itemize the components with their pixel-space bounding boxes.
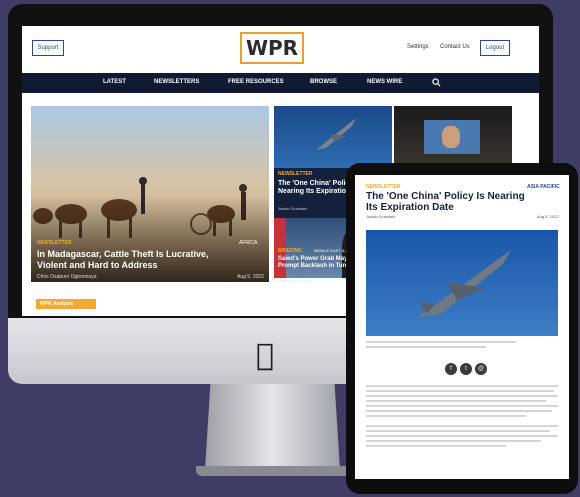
ipad-article-tag[interactable]: NEWSLETTER [366,184,400,190]
fighter-jet-image [316,118,356,150]
hero-title[interactable]: In Madagascar, Cattle Theft Is Lucrative… [37,249,237,271]
body-text-line [366,405,558,407]
body-text-line [366,435,558,437]
body-text-line [366,430,550,432]
story-one-china-thumb[interactable] [274,106,392,168]
body-text-line [366,390,554,392]
wpr-logo[interactable]: WPR [240,32,304,64]
wpr-analysis-tab[interactable]: WPR Analysis [36,299,96,309]
nav-latest[interactable]: LATEST [103,79,126,85]
ipad-article-region[interactable]: ASIA PACIFIC [527,184,560,190]
hero-date: Aug 5, 2022 [237,274,264,280]
story-tag[interactable]: BRIEFING [278,248,302,254]
body-text-line [366,395,558,397]
speaker-figure [442,126,460,148]
body-text-line [366,385,558,387]
ipad-article-title: The 'One China' Policy Is Nearing Its Ex… [366,191,525,213]
nav-news-wire[interactable]: NEWS WIRE [367,79,402,85]
support-button[interactable]: Support [32,40,64,56]
nav-browse[interactable]: BROWSE [310,79,337,85]
imac-stand [205,384,340,470]
body-text-line [366,445,506,447]
story-tag[interactable]: NEWSLETTER [278,171,312,177]
body-text-line [366,410,552,412]
image-caption [366,341,516,343]
hero-author[interactable]: Chris Osaburo Ogbonnaya [37,274,96,280]
body-text-line [366,415,526,417]
ipad-article-author[interactable]: Judah Grunstein [366,214,395,219]
ipad-article-date: Aug 5, 2022 [537,214,559,219]
hero-region[interactable]: AFRICA [239,240,257,246]
main-nav: LATEST NEWSLETTERS FREE RESOURCES BROWSE… [22,73,539,93]
nav-newsletters[interactable]: NEWSLETTERS [154,79,199,85]
body-text-line [366,400,546,402]
logout-button[interactable]: Logout [480,40,510,56]
imac-foot [196,466,351,476]
body-text-line [366,440,541,442]
story-video-thumb[interactable] [394,106,512,168]
contact-us-link[interactable]: Contact Us [440,44,470,50]
hero-tag[interactable]: NEWSLETTER [37,240,71,246]
search-icon[interactable] [432,78,441,87]
twitter-share-icon[interactable]: t [460,363,472,375]
email-share-icon[interactable]: @ [475,363,487,375]
ipad-article-image [366,230,558,336]
fighter-jet-image [417,250,511,318]
apple-logo-icon:  [256,338,274,373]
hero-story[interactable]: NEWSLETTER AFRICA In Madagascar, Cattle … [31,106,269,282]
story-author[interactable]: Judah Grunstein [278,206,307,211]
nav-free-resources[interactable]: FREE RESOURCES [228,79,284,85]
body-text-line [366,425,558,427]
facebook-share-icon[interactable]: f [445,363,457,375]
ipad-screen: NEWSLETTER ASIA PACIFIC The 'One China' … [355,175,569,479]
image-caption [366,346,486,348]
story-author[interactable]: Francisco Serrano [278,278,311,283]
settings-link[interactable]: Settings [407,44,429,50]
